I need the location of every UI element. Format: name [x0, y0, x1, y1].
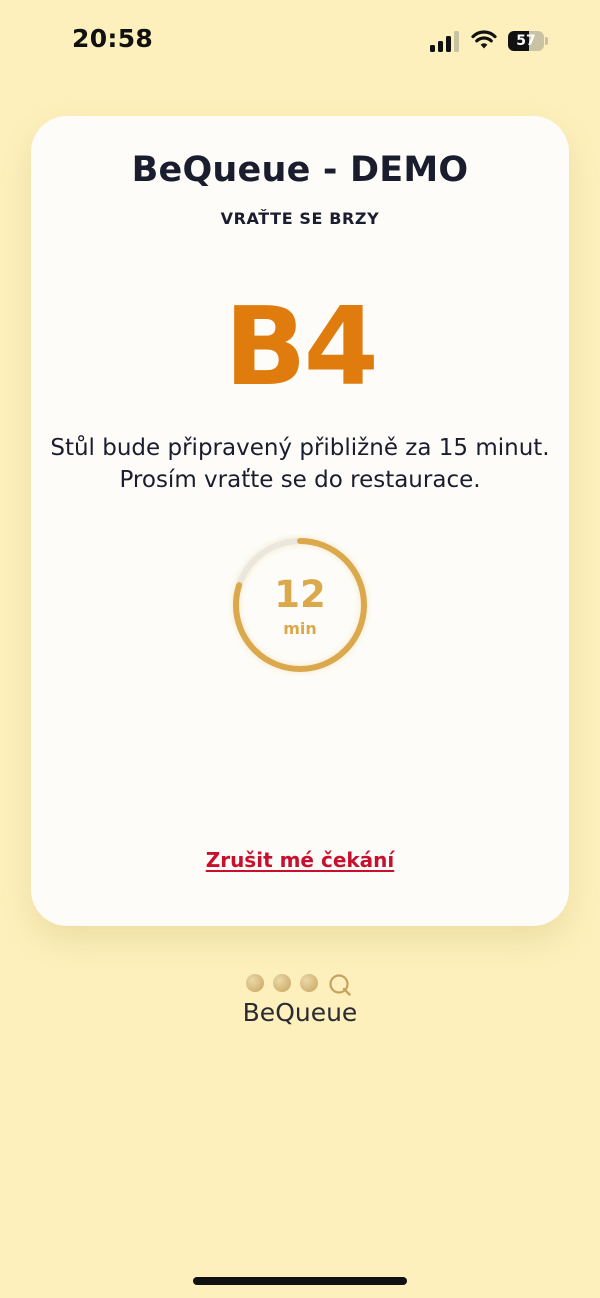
queue-card: [31, 116, 569, 926]
bequeue-logo-icon: [246, 973, 356, 996]
bequeue-logo: BeQueue: [0, 968, 600, 1038]
battery-body: 57: [508, 31, 544, 51]
status-time: 20:58: [72, 24, 154, 53]
wifi-icon: [471, 30, 497, 49]
cancel-waiting-link[interactable]: Zrušit mé čekání: [0, 848, 600, 872]
page-title: BeQueue - DEMO: [131, 150, 469, 190]
battery-level: 57: [516, 33, 536, 49]
queue-code: B4: [224, 285, 378, 410]
home-indicator[interactable]: [193, 1277, 407, 1285]
countdown-timer: 12 min: [229, 534, 371, 676]
logo-dot: [246, 974, 264, 992]
timer-value: 12: [274, 573, 326, 616]
battery-icon: 57: [508, 31, 548, 51]
signal-icon: [430, 31, 459, 52]
battery-tip: [545, 37, 548, 45]
timer-unit: min: [283, 619, 317, 638]
status-bar: 20:58 57: [0, 0, 600, 84]
page-subtitle: VRAŤTE SE BRZY: [220, 209, 380, 228]
logo-dot: [300, 974, 318, 992]
logo-dot: [273, 974, 291, 992]
logo-q-icon: [329, 974, 351, 996]
wait-message: Stůl bude připravený přibližně za 15 min…: [50, 435, 550, 493]
logo-text: BeQueue: [242, 998, 358, 1027]
